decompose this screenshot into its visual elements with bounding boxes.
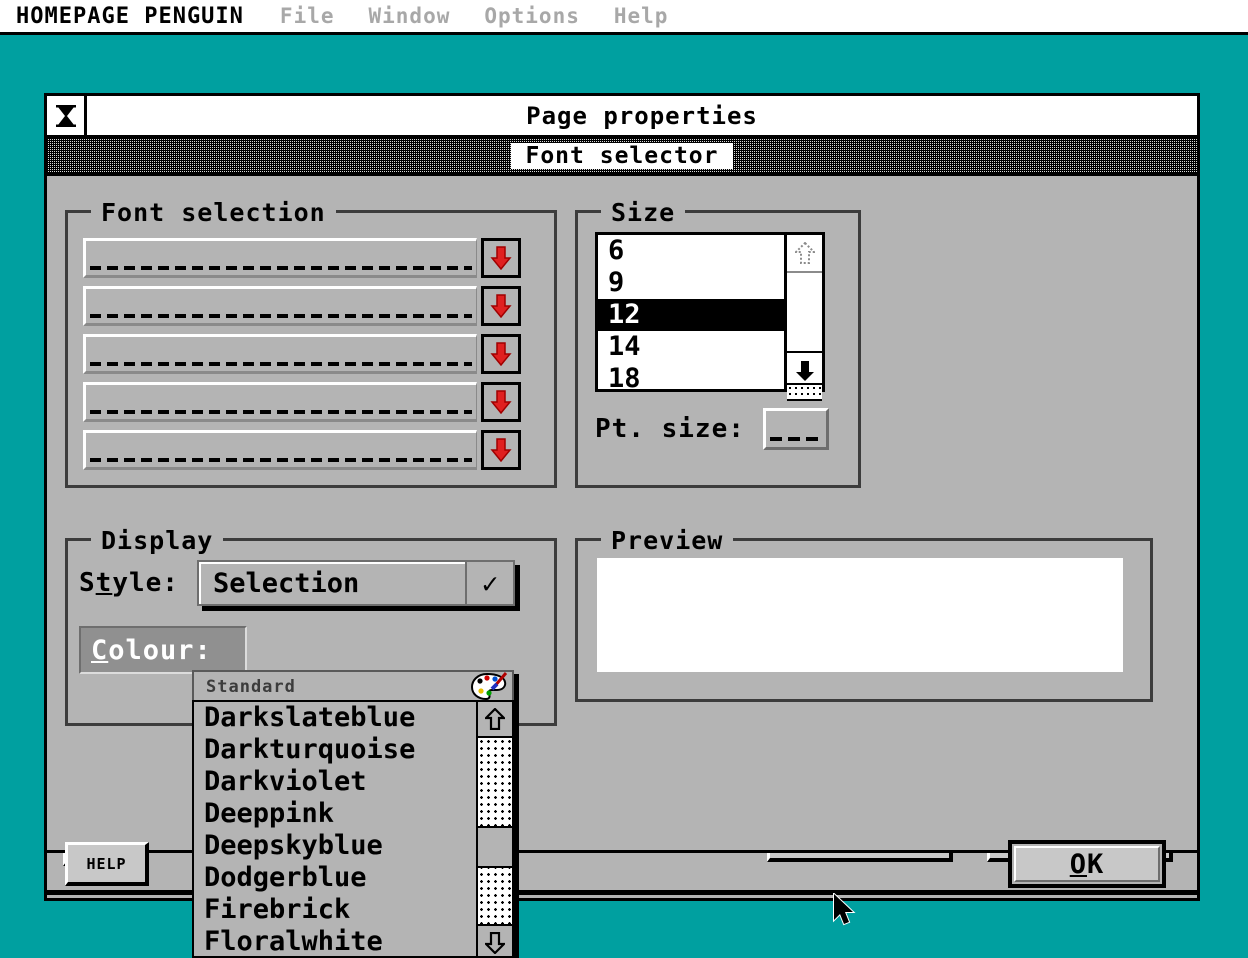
colour-list: Darkslateblue Darkturquoise Darkviolet D…	[194, 702, 476, 958]
pt-size-label: Pt. size:	[595, 414, 745, 444]
size-scrollbar[interactable]	[784, 235, 822, 401]
pt-size-row: Pt. size:	[595, 408, 829, 450]
font-selection-group: Font selection	[65, 198, 557, 488]
size-item-9[interactable]: 9	[598, 267, 784, 299]
page-title: Page properties	[526, 101, 758, 130]
menu-bar: HOMEPAGE PENGUIN File Window Options Hel…	[0, 0, 1248, 35]
preview-area	[597, 558, 1123, 672]
font-selection-legend: Font selection	[91, 198, 336, 227]
colour-item-dodgerblue[interactable]: Dodgerblue	[194, 862, 476, 894]
check-icon[interactable]: ✓	[465, 562, 513, 604]
colour-button[interactable]: Colour:	[79, 626, 247, 674]
scroll-up-arrow-icon[interactable]	[787, 235, 822, 273]
font-field-2[interactable]	[83, 286, 477, 326]
colour-scroll-down-arrow-icon[interactable]	[478, 924, 512, 958]
ok-button-label: OK	[1069, 848, 1105, 880]
preview-legend: Preview	[601, 526, 734, 555]
help-button[interactable]: HELP	[65, 842, 149, 886]
menu-item-options[interactable]: Options	[484, 4, 580, 28]
pt-size-input[interactable]	[762, 408, 829, 450]
dialog-subtitle: Font selector	[511, 142, 733, 169]
style-row: Style: Selection ✓	[79, 560, 515, 606]
style-dropdown-value[interactable]: Selection	[199, 562, 465, 604]
colour-dropdown-listbox[interactable]: Darkslateblue Darkturquoise Darkviolet D…	[192, 700, 514, 958]
colour-item-darkturquoise[interactable]: Darkturquoise	[194, 734, 476, 766]
colour-scroll-up-arrow-icon[interactable]	[478, 702, 512, 738]
font-field-3[interactable]	[83, 334, 477, 374]
size-item-6[interactable]: 6	[598, 235, 784, 267]
colour-dropdown[interactable]: Standard Darkslateblue Darkturquoise Dar…	[192, 670, 514, 958]
font-dropdown-arrow-2[interactable]	[481, 286, 521, 326]
colour-item-darkviolet[interactable]: Darkviolet	[194, 766, 476, 798]
font-row-5[interactable]	[83, 430, 521, 470]
desktop-background: HELP < Back > Next Page properties Font	[0, 38, 1248, 958]
colour-item-firebrick[interactable]: Firebrick	[194, 894, 476, 926]
colour-dropdown-header: Standard	[192, 670, 514, 704]
display-legend: Display	[91, 526, 224, 555]
colour-scrollbar[interactable]	[476, 702, 512, 958]
dialog-subtitlebar: Font selector	[47, 138, 1197, 176]
colour-scroll-thumb[interactable]	[478, 826, 512, 868]
colour-item-deepskyblue[interactable]: Deepskyblue	[194, 830, 476, 862]
size-legend: Size	[601, 198, 686, 227]
style-label: Style:	[79, 568, 179, 598]
colour-scroll-track[interactable]	[478, 738, 512, 924]
colour-dropdown-header-label: Standard	[206, 677, 296, 697]
font-field-1[interactable]	[83, 238, 477, 278]
size-item-18[interactable]: 18	[598, 363, 784, 389]
dialog-titlebar: Page properties	[47, 96, 1197, 138]
font-field-5[interactable]	[83, 430, 477, 470]
size-scroll-track[interactable]	[787, 273, 822, 401]
size-item-12[interactable]: 12	[598, 299, 784, 331]
font-row-1[interactable]	[83, 238, 521, 278]
size-group: Size 6 9 12 14 18 Pt. size:	[575, 198, 861, 488]
preview-group: Preview	[575, 526, 1153, 702]
font-dropdown-arrow-3[interactable]	[481, 334, 521, 374]
font-row-4[interactable]	[83, 382, 521, 422]
size-scroll-thumb[interactable]	[787, 383, 822, 401]
app-title: HOMEPAGE PENGUIN	[16, 3, 244, 29]
palette-icon[interactable]	[470, 671, 510, 703]
menu-item-file[interactable]: File	[280, 4, 335, 28]
font-field-4[interactable]	[83, 382, 477, 422]
colour-item-deeppink[interactable]: Deeppink	[194, 798, 476, 830]
menu-item-help[interactable]: Help	[614, 4, 669, 28]
ok-button[interactable]: OK	[1008, 840, 1166, 888]
style-dropdown[interactable]: Selection ✓	[197, 560, 515, 606]
colour-item-darkslateblue[interactable]: Darkslateblue	[194, 702, 476, 734]
close-icon[interactable]	[47, 96, 87, 135]
font-row-2[interactable]	[83, 286, 521, 326]
font-dropdown-arrow-4[interactable]	[481, 382, 521, 422]
size-listbox[interactable]: 6 9 12 14 18	[595, 232, 825, 401]
font-dropdown-arrow-1[interactable]	[481, 238, 521, 278]
colour-item-floralwhite[interactable]: Floralwhite	[194, 926, 476, 958]
font-dropdown-arrow-5[interactable]	[481, 430, 521, 470]
size-item-14[interactable]: 14	[598, 331, 784, 363]
menu-item-window[interactable]: Window	[369, 4, 451, 28]
mouse-cursor	[832, 891, 858, 935]
help-button-label: HELP	[86, 854, 127, 873]
colour-button-label: Colour:	[91, 634, 212, 666]
font-row-3[interactable]	[83, 334, 521, 374]
